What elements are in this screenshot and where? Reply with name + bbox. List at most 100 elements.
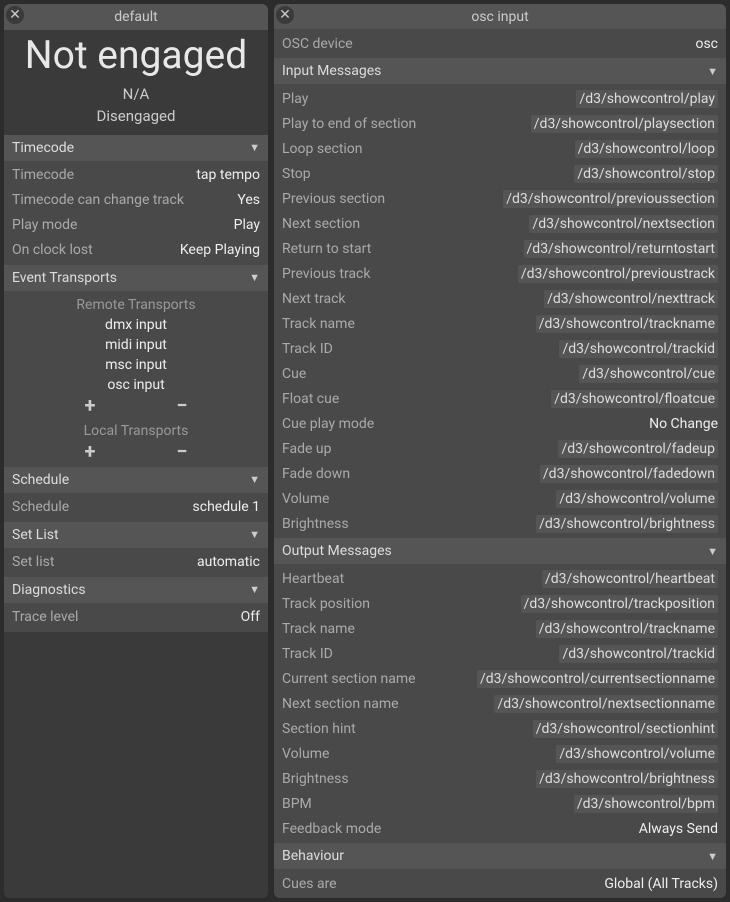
row-label: Track ID <box>282 341 333 357</box>
transport-item[interactable]: dmx input <box>4 315 268 335</box>
status-sub2: Disengaged <box>8 107 264 125</box>
property-row[interactable]: Timecode can change trackYes <box>4 188 268 213</box>
osc-message-row[interactable]: Section hint/d3/showcontrol/sectionhint <box>274 716 726 741</box>
row-label: Loop section <box>282 141 363 157</box>
osc-message-row[interactable]: Previous track/d3/showcontrol/previoustr… <box>274 261 726 286</box>
row-label: Section hint <box>282 721 356 737</box>
osc-message-row[interactable]: Next section name/d3/showcontrol/nextsec… <box>274 691 726 716</box>
chevron-down-icon: ▼ <box>707 545 718 558</box>
row-value: /d3/showcontrol/volume <box>556 745 718 763</box>
section-setlist-header[interactable]: Set List ▼ <box>4 522 268 548</box>
row-value: Always Send <box>639 821 718 837</box>
osc-message-row[interactable]: Play/d3/showcontrol/play <box>274 86 726 111</box>
row-label: Play mode <box>12 217 77 233</box>
section-label: Schedule <box>12 472 69 488</box>
osc-message-row[interactable]: Previous section/d3/showcontrol/previous… <box>274 186 726 211</box>
row-value: /d3/showcontrol/trackposition <box>521 595 718 613</box>
osc-message-row[interactable]: Track ID/d3/showcontrol/trackid <box>274 336 726 361</box>
osc-message-row[interactable]: Cue play modeNo Change <box>274 411 726 436</box>
row-value: tap tempo <box>196 167 260 183</box>
row-label: Stop <box>282 166 311 182</box>
osc-message-row[interactable]: Next track/d3/showcontrol/nexttrack <box>274 286 726 311</box>
osc-message-row[interactable]: Next section/d3/showcontrol/nextsection <box>274 211 726 236</box>
remote-transports-label: Remote Transports <box>4 293 268 315</box>
osc-message-row[interactable]: BPM/d3/showcontrol/bpm <box>274 791 726 816</box>
property-row[interactable]: Trace levelOff <box>4 605 268 630</box>
close-icon[interactable]: ✕ <box>6 6 24 24</box>
chevron-down-icon: ▼ <box>249 473 260 486</box>
transport-item[interactable]: midi input <box>4 335 268 355</box>
row-value: Yes <box>237 192 260 208</box>
osc-message-row[interactable]: Volume/d3/showcontrol/volume <box>274 741 726 766</box>
osc-message-row[interactable]: Loop section/d3/showcontrol/loop <box>274 136 726 161</box>
property-row[interactable]: Play modePlay <box>4 213 268 238</box>
transport-item[interactable]: osc input <box>4 375 268 395</box>
osc-message-row[interactable]: Float cue/d3/showcontrol/floatcue <box>274 386 726 411</box>
row-label: Trace level <box>12 609 78 625</box>
status-main: Not engaged <box>8 34 264 77</box>
osc-device[interactable]: OSC device osc <box>274 31 726 56</box>
row-value: /d3/showcontrol/brightness <box>536 770 718 788</box>
local-transports-label: Local Transports <box>4 419 268 441</box>
chevron-down-icon: ▼ <box>707 65 718 78</box>
chevron-down-icon: ▼ <box>249 271 260 284</box>
row-value: /d3/showcontrol/stop <box>574 165 718 183</box>
section-schedule-header[interactable]: Schedule ▼ <box>4 467 268 493</box>
row-value: /d3/showcontrol/sectionhint <box>533 720 718 738</box>
row-value: osc <box>695 36 718 52</box>
remove-local-button[interactable]: − <box>164 441 199 461</box>
row-label: Feedback mode <box>282 821 381 837</box>
osc-message-row[interactable]: Track name/d3/showcontrol/trackname <box>274 311 726 336</box>
property-row[interactable]: Set listautomatic <box>4 550 268 575</box>
chevron-down-icon: ▼ <box>249 528 260 541</box>
section-label: Set List <box>12 527 59 543</box>
row-label: Track name <box>282 316 355 332</box>
row-value: /d3/showcontrol/fadedown <box>540 465 718 483</box>
osc-message-row[interactable]: Play to end of section/d3/showcontrol/pl… <box>274 111 726 136</box>
osc-message-row[interactable]: Current section name/d3/showcontrol/curr… <box>274 666 726 691</box>
section-event-transports-header[interactable]: Event Transports ▼ <box>4 265 268 291</box>
row-label: OSC device <box>282 36 353 52</box>
remove-remote-button[interactable]: − <box>164 395 199 415</box>
row-label: Volume <box>282 746 329 762</box>
row-value: /d3/showcontrol/currentsectionname <box>477 670 718 688</box>
osc-message-row[interactable]: Volume/d3/showcontrol/volume <box>274 486 726 511</box>
osc-message-row[interactable]: Fade down/d3/showcontrol/fadedown <box>274 461 726 486</box>
row-value: /d3/showcontrol/play <box>576 90 718 108</box>
osc-message-row[interactable]: Fade up/d3/showcontrol/fadeup <box>274 436 726 461</box>
osc-message-row[interactable]: Brightness/d3/showcontrol/brightness <box>274 766 726 791</box>
row-label: Brightness <box>282 771 349 787</box>
section-input-messages-header[interactable]: Input Messages ▼ <box>274 58 726 84</box>
section-diagnostics-header[interactable]: Diagnostics ▼ <box>4 577 268 603</box>
osc-message-row[interactable]: Track position/d3/showcontrol/trackposit… <box>274 591 726 616</box>
row-value: /d3/showcontrol/brightness <box>536 515 718 533</box>
osc-message-row[interactable]: Cues areGlobal (All Tracks) <box>274 871 726 896</box>
osc-message-row[interactable]: Brightness/d3/showcontrol/brightness <box>274 511 726 536</box>
property-row[interactable]: Scheduleschedule 1 <box>4 495 268 520</box>
row-value: /d3/showcontrol/previoustrack <box>518 265 718 283</box>
osc-message-row[interactable]: Heartbeat/d3/showcontrol/heartbeat <box>274 566 726 591</box>
section-timecode-header[interactable]: Timecode ▼ <box>4 135 268 161</box>
section-output-messages-header[interactable]: Output Messages ▼ <box>274 538 726 564</box>
osc-message-row[interactable]: Return to start/d3/showcontrol/returntos… <box>274 236 726 261</box>
row-label: BPM <box>282 796 312 812</box>
row-label: On clock lost <box>12 242 93 258</box>
osc-message-row[interactable]: Cue/d3/showcontrol/cue <box>274 361 726 386</box>
local-transports-controls: + − <box>4 441 268 465</box>
property-row[interactable]: Timecodetap tempo <box>4 163 268 188</box>
property-row[interactable]: On clock lostKeep Playing <box>4 238 268 263</box>
osc-message-row[interactable]: Track name/d3/showcontrol/trackname <box>274 616 726 641</box>
section-behaviour-header[interactable]: Behaviour ▼ <box>274 843 726 869</box>
transport-item[interactable]: msc input <box>4 355 268 375</box>
section-label: Output Messages <box>282 543 392 559</box>
row-label: Track position <box>282 596 370 612</box>
osc-message-row[interactable]: Feedback mode Always Send <box>274 816 726 841</box>
osc-message-row[interactable]: Stop/d3/showcontrol/stop <box>274 161 726 186</box>
row-value: /d3/showcontrol/nexttrack <box>544 290 718 308</box>
status-sub: N/A <box>8 85 264 103</box>
add-remote-button[interactable]: + <box>73 395 108 415</box>
osc-message-row[interactable]: Track ID/d3/showcontrol/trackid <box>274 641 726 666</box>
close-icon[interactable]: ✕ <box>276 6 294 24</box>
row-value: /d3/showcontrol/volume <box>556 490 718 508</box>
add-local-button[interactable]: + <box>73 441 108 461</box>
